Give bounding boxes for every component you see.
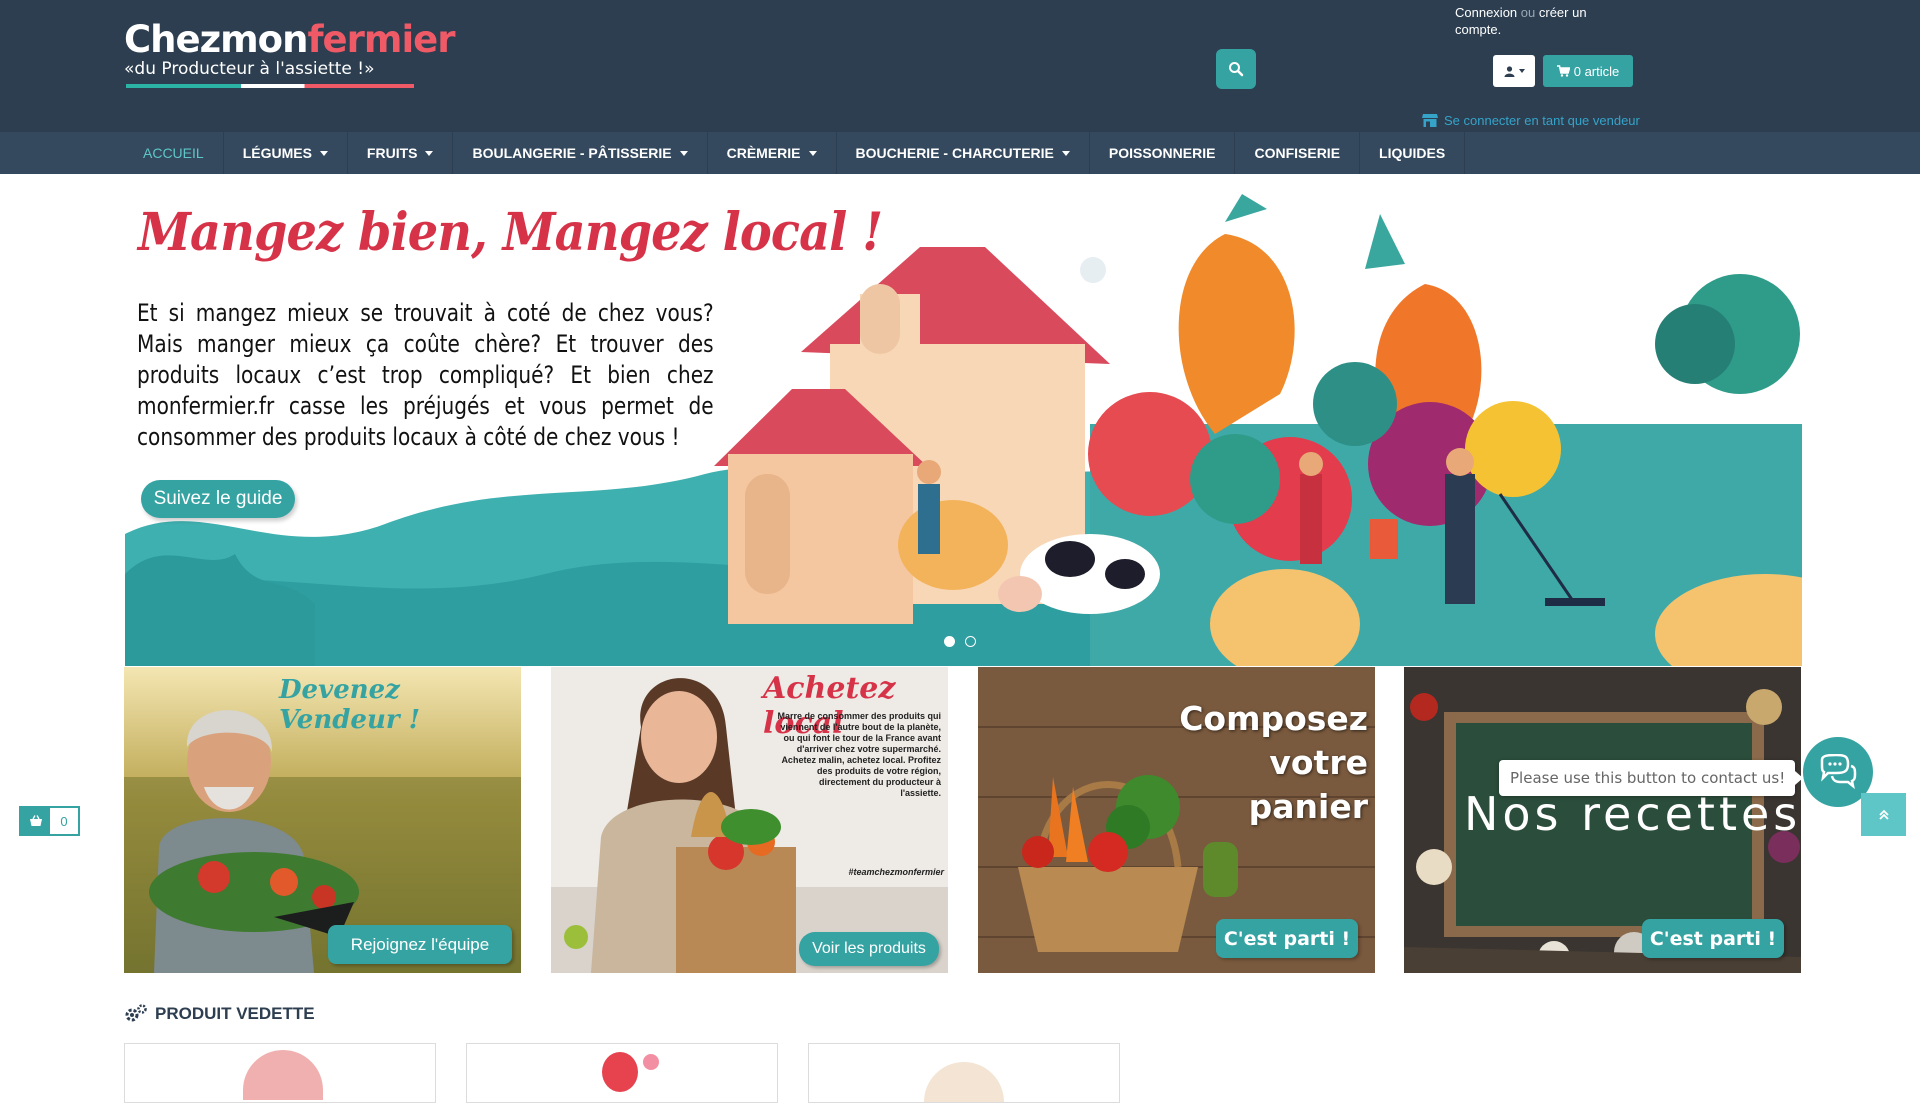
nav-item-liquides[interactable]: LIQUIDES [1360, 132, 1466, 174]
heart-icon [643, 1054, 659, 1070]
nav-label: POISSONNERIE [1108, 145, 1216, 161]
chat-tooltip: Please use this button to contact us! [1499, 760, 1803, 796]
chevron-down-icon [1518, 69, 1525, 73]
user-menu-button[interactable] [1493, 55, 1535, 87]
recipes-button[interactable]: C'est parti ! [1642, 919, 1784, 958]
slider-dot-2[interactable] [965, 636, 976, 647]
nav-label: CRÈMERIE [726, 145, 801, 161]
product-image [602, 1052, 638, 1092]
hero-guide-button[interactable]: Suivez le guide [141, 480, 295, 518]
site-header: Chezmonfermier «du Producteur à l'assiet… [0, 0, 1920, 132]
nav-item-boucherie[interactable]: BOUCHERIE - CHARCUTERIE [837, 132, 1090, 174]
logo-tagline: «du Producteur à l'assiette !» [124, 59, 375, 79]
vendor-login-link[interactable]: Se connecter en tant que vendeur [1422, 113, 1640, 128]
compose-basket-button[interactable]: C'est parti ! [1216, 919, 1358, 958]
product-image [924, 1062, 1004, 1102]
nav-label: FRUITS [366, 145, 418, 161]
login-link[interactable]: Connexion [1455, 5, 1517, 20]
gears-icon [125, 1004, 147, 1022]
product-card[interactable] [466, 1043, 778, 1103]
nav-item-legumes[interactable]: LÉGUMES [224, 132, 348, 174]
promo-compose-basket[interactable]: Composez votre panier C'est parti ! [978, 667, 1375, 973]
search-icon [1229, 62, 1244, 77]
nav-item-accueil[interactable]: ACCUEIL [124, 132, 224, 174]
nav-label: LIQUIDES [1379, 145, 1446, 161]
store-icon [1422, 114, 1438, 127]
basket-icon [21, 808, 50, 834]
logo-underline [126, 84, 414, 88]
hero-slider[interactable]: Mangez bien, Mangez local ! Et si mangez… [125, 174, 1802, 666]
product-card[interactable] [808, 1043, 1120, 1103]
join-team-button[interactable]: Rejoignez l'équipe [328, 925, 512, 964]
nav-label: ACCUEIL [143, 145, 204, 161]
vendor-login-label: Se connecter en tant que vendeur [1444, 113, 1640, 128]
nav-label: BOUCHERIE - CHARCUTERIE [855, 145, 1054, 161]
promo-hashtag: #teamchezmonfermier [848, 867, 944, 877]
see-products-button[interactable]: Voir les produits [799, 932, 939, 966]
promo-become-vendor[interactable]: Devenez Vendeur ! Rejoignez l'équipe [124, 667, 521, 973]
product-image [243, 1050, 323, 1100]
user-icon [1504, 65, 1514, 77]
chevron-down-icon [319, 150, 328, 156]
nav-item-confiserie[interactable]: CONFISERIE [1235, 132, 1361, 174]
slider-dots [944, 636, 976, 647]
double-chevron-up-icon [1878, 809, 1889, 820]
chevron-down-icon [808, 150, 817, 156]
nav-item-boulangerie[interactable]: BOULANGERIE - PÂTISSERIE [453, 132, 708, 174]
basket-count: 0 [60, 813, 68, 829]
hero-text: Et si mangez mieux se trouvait à coté de… [137, 299, 714, 451]
nav-label: CONFISERIE [1254, 145, 1341, 161]
nav-item-poissonnerie[interactable]: POISSONNERIE [1090, 132, 1236, 174]
nav-item-cremerie[interactable]: CRÈMERIE [708, 132, 837, 174]
account-links: Connexion ou créer un compte. [1455, 4, 1625, 38]
hero-title: Mangez bien, Mangez local ! [138, 202, 883, 263]
featured-section-title: PRODUIT VEDETTE [124, 1004, 315, 1024]
search-button[interactable] [1216, 49, 1256, 89]
logo-wordmark: Chezmonfermier [124, 18, 455, 61]
promo-title: Devenez Vendeur ! [279, 675, 421, 735]
cart-count-label: 0 article [1573, 63, 1620, 79]
product-card[interactable] [124, 1043, 436, 1103]
promo-title: Composez votre panier [1179, 699, 1368, 826]
chevron-down-icon [425, 150, 434, 156]
promo-recipes[interactable]: Nos recettes C'est parti ! [1404, 667, 1801, 973]
featured-title: PRODUIT VEDETTE [155, 1004, 315, 1023]
site-logo[interactable]: Chezmonfermier «du Producteur à l'assiet… [124, 18, 455, 90]
promo-buy-local[interactable]: Achetez local Marre de consommer des pro… [551, 667, 948, 973]
main-nav: ACCUEIL LÉGUMES FRUITS BOULANGERIE - PÂT… [0, 132, 1920, 174]
chat-icon [1820, 754, 1857, 790]
cart-button[interactable]: 0 article [1543, 55, 1633, 87]
floating-basket[interactable]: 0 [19, 806, 80, 836]
cart-icon [1556, 65, 1570, 77]
nav-item-fruits[interactable]: FRUITS [348, 132, 454, 174]
scroll-to-top-button[interactable] [1861, 793, 1906, 836]
promo-description: Marre de consommer des produits qui vien… [777, 711, 941, 798]
chevron-down-icon [679, 150, 688, 156]
nav-label: BOULANGERIE - PÂTISSERIE [472, 145, 672, 161]
slider-dot-1[interactable] [944, 636, 955, 647]
chevron-down-icon [1061, 150, 1070, 156]
account-or: ou [1520, 5, 1536, 20]
nav-label: LÉGUMES [242, 145, 312, 161]
